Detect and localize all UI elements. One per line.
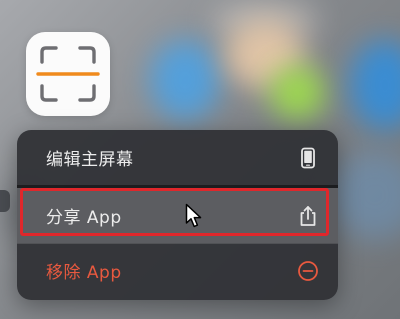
edit-home-screen-label: 编辑主屏幕 — [46, 150, 134, 170]
share-app-highlight-frame — [20, 188, 329, 236]
phone-icon — [297, 147, 319, 169]
edit-home-screen-item[interactable]: 编辑主屏幕 — [17, 130, 338, 185]
page-indicator — [0, 190, 10, 212]
scanner-app-icon[interactable] — [26, 32, 110, 116]
remove-app-label: 移除 App — [46, 263, 122, 283]
mouse-pointer-icon — [185, 203, 202, 228]
minus-circle-icon — [297, 260, 319, 282]
remove-app-item[interactable]: 移除 App — [17, 243, 338, 298]
scanner-icon — [36, 46, 100, 102]
